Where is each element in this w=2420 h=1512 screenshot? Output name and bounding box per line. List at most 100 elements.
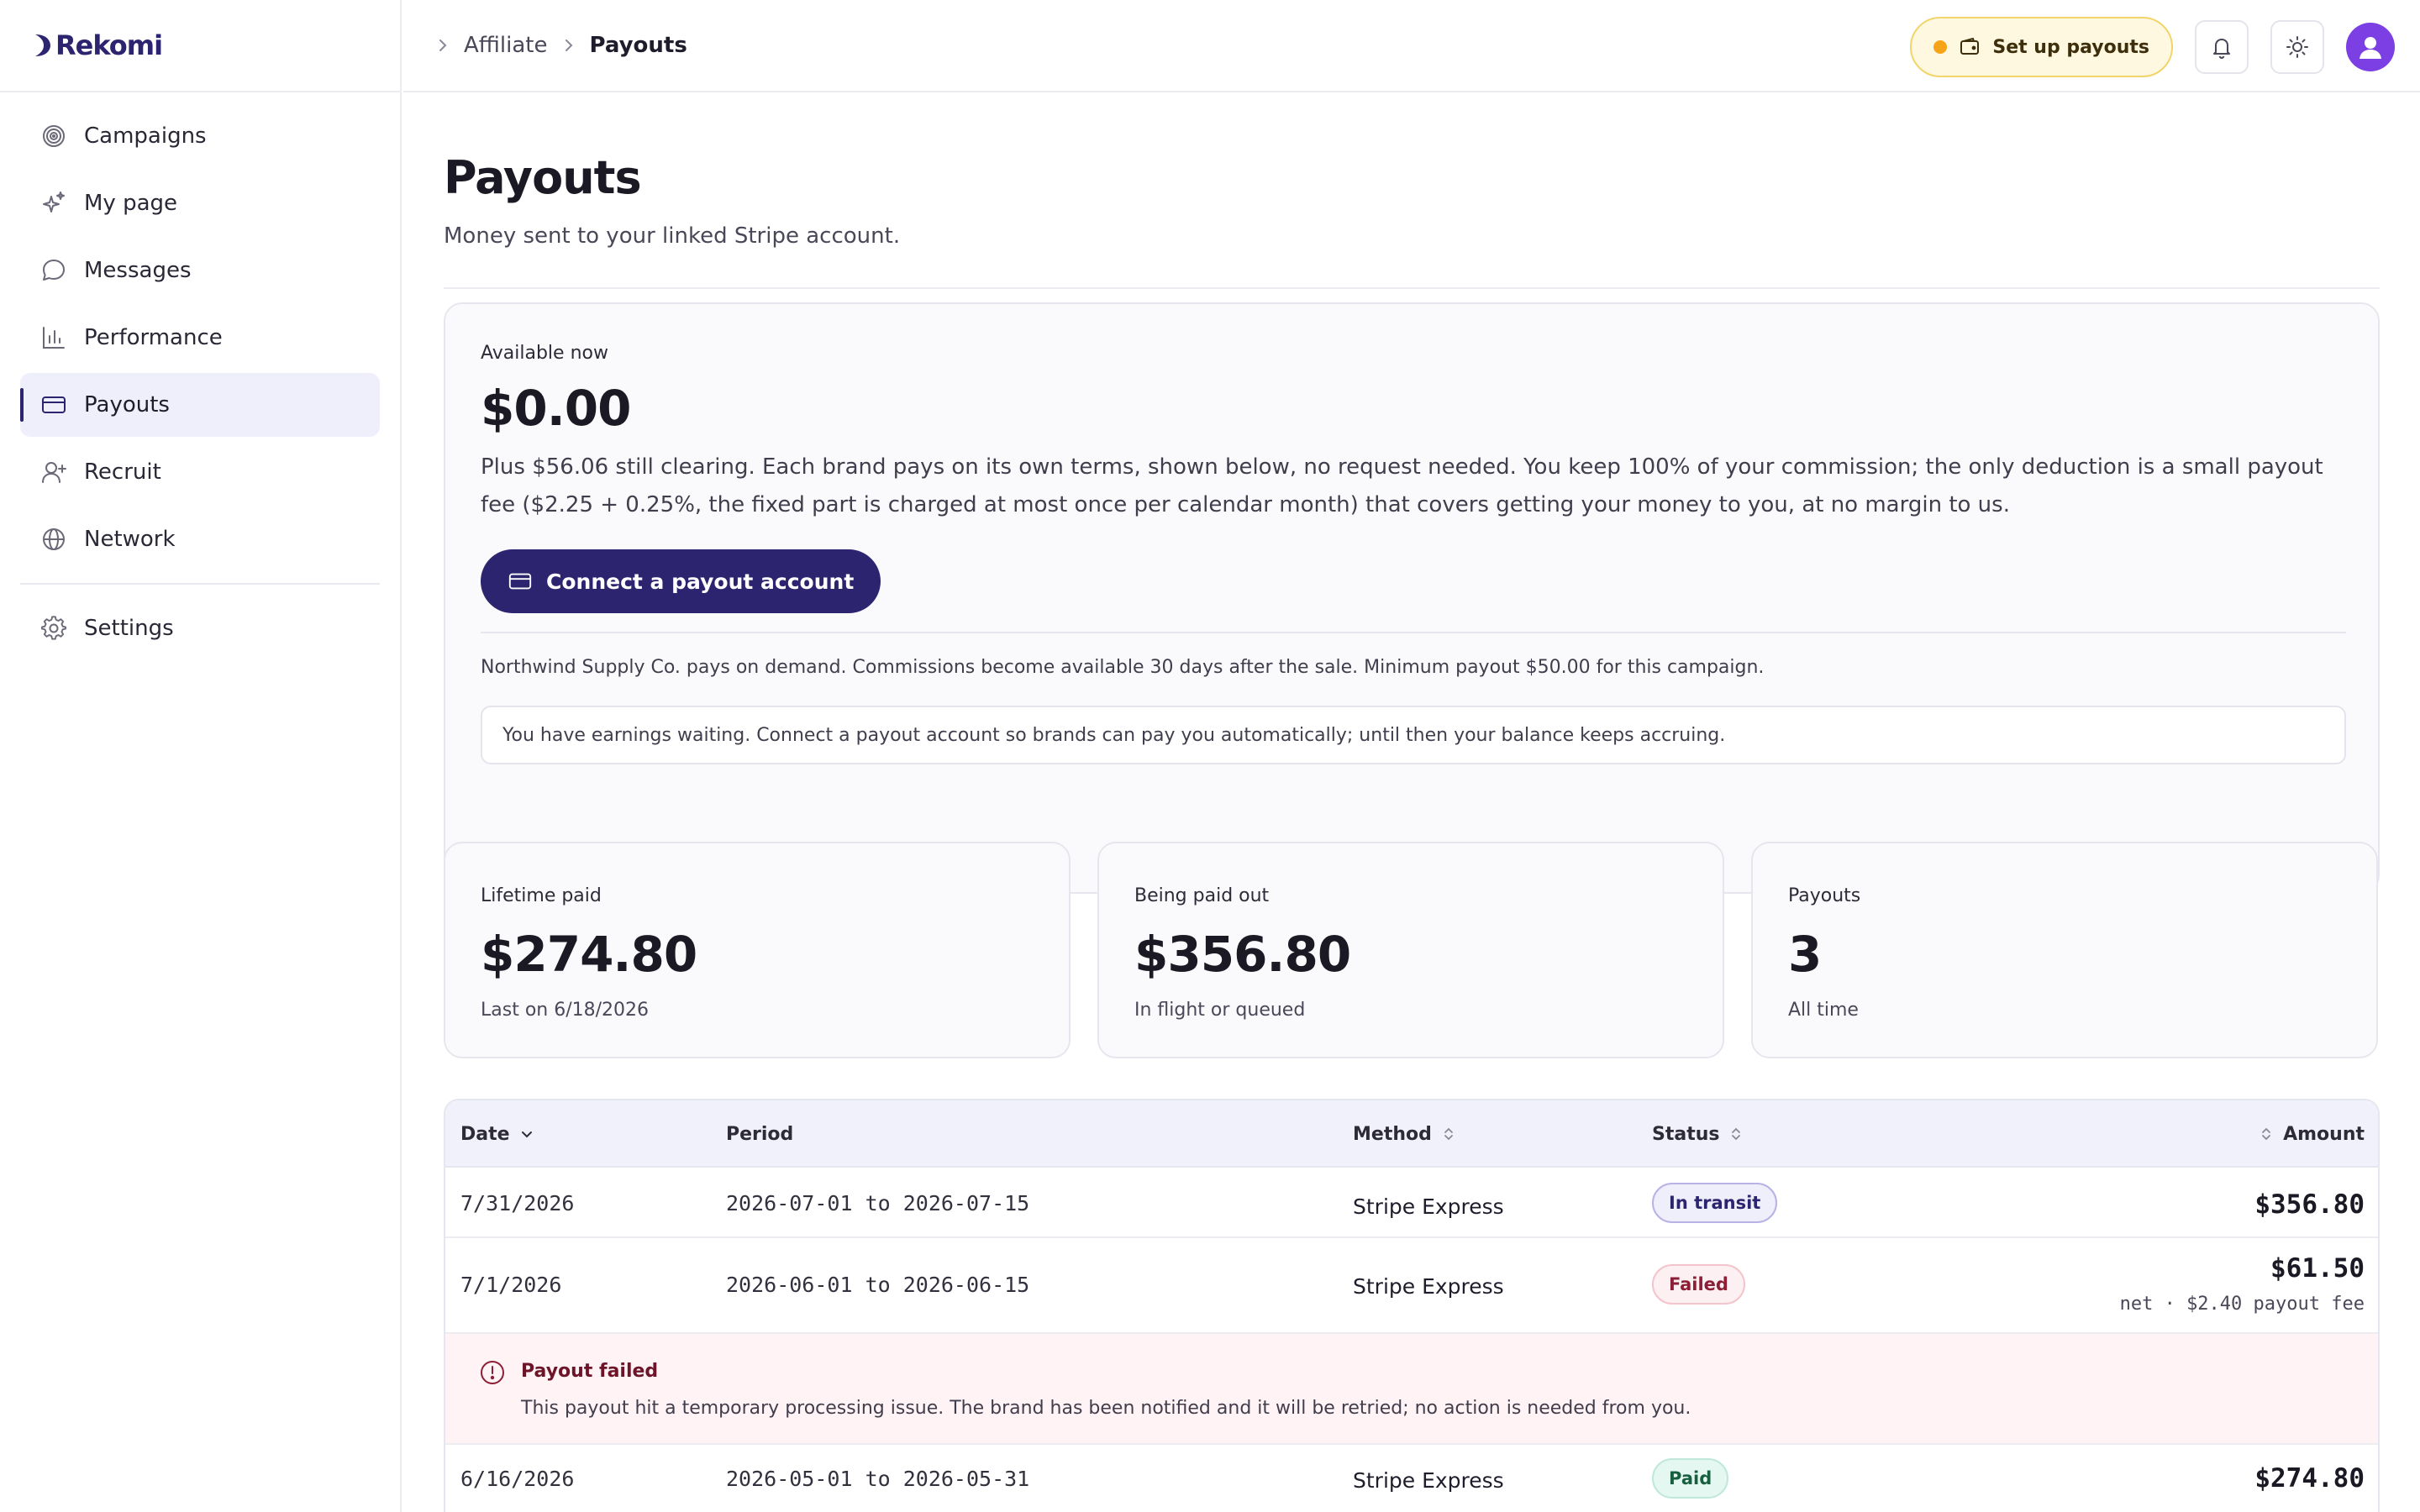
payout-date: 7/31/2026 xyxy=(460,1190,575,1215)
target-icon xyxy=(43,125,65,147)
notice-text: You have earnings waiting. Connect a pay… xyxy=(502,724,1726,746)
stat-card-being-paid-out: Being paid out $356.80 In flight or queu… xyxy=(1097,842,1724,1058)
column-label: Date xyxy=(460,1123,510,1145)
user-plus-icon xyxy=(42,462,66,483)
table-row[interactable]: 7/31/2026 2026-07-01 to 2026-07-15 Strip… xyxy=(445,1168,2378,1238)
stat-label: Being paid out xyxy=(1134,885,1270,906)
payout-period: 2026-06-01 to 2026-06-15 xyxy=(726,1272,1030,1297)
column-header-date[interactable]: Date xyxy=(460,1100,535,1168)
chat-bubble-icon xyxy=(43,260,65,281)
sidebar-item-payouts[interactable]: Payouts xyxy=(20,373,380,437)
status-badge: In transit xyxy=(1652,1183,1778,1223)
status-cell: Paid xyxy=(1652,1445,1729,1512)
stat-value: $274.80 xyxy=(481,926,697,983)
column-label: Amount xyxy=(2283,1123,2365,1145)
alert-circle-icon xyxy=(481,1361,504,1384)
column-header-amount[interactable]: Amount xyxy=(2258,1100,2365,1168)
avatar[interactable] xyxy=(2346,23,2395,71)
payout-failed-panel: Payout failed This payout hit a temporar… xyxy=(445,1334,2378,1445)
topbar-actions: Set up payouts xyxy=(1910,17,2395,77)
column-header-method[interactable]: Method xyxy=(1353,1100,1457,1168)
sidebar-item-performance[interactable]: Performance xyxy=(20,306,380,370)
app-root: Rekomi Campaigns My page Messages Perfor… xyxy=(0,0,2420,1512)
brand-logo[interactable]: Rekomi xyxy=(0,0,400,92)
table-row[interactable]: 7/1/2026 2026-06-01 to 2026-06-15 Stripe… xyxy=(445,1238,2378,1334)
sidebar-item-my-page[interactable]: My page xyxy=(20,171,380,235)
sidebar-item-messages[interactable]: Messages xyxy=(20,239,380,302)
payout-period: 2026-05-01 to 2026-05-31 xyxy=(726,1466,1030,1491)
sidebar-item-label: Payouts xyxy=(84,392,170,417)
stat-sub: All time xyxy=(1788,1000,1859,1021)
sidebar-item-label: Messages xyxy=(84,258,192,283)
payout-amount: $356.80 xyxy=(2254,1189,2365,1220)
page-subtitle: Money sent to your linked Stripe account… xyxy=(444,223,901,249)
set-up-payouts-button[interactable]: Set up payouts xyxy=(1910,17,2173,77)
stats-row: Lifetime paid $274.80 Last on 6/18/2026 … xyxy=(444,842,2380,1058)
status-badge: Paid xyxy=(1652,1458,1729,1499)
payout-amount: $274.80 xyxy=(2254,1463,2365,1494)
sparkles-icon xyxy=(43,192,65,213)
sidebar-item-network[interactable]: Network xyxy=(20,507,380,571)
sidebar-item-campaigns[interactable]: Campaigns xyxy=(20,104,380,168)
stat-label: Lifetime paid xyxy=(481,885,602,906)
connect-payout-account-button[interactable]: Connect a payout account xyxy=(481,549,881,613)
sidebar-item-label: Settings xyxy=(84,616,174,641)
payout-period: 2026-07-01 to 2026-07-15 xyxy=(726,1190,1030,1215)
chevron-right-icon xyxy=(439,39,447,51)
title-divider xyxy=(444,287,2380,289)
table-row[interactable]: 6/16/2026 2026-05-01 to 2026-05-31 Strip… xyxy=(445,1445,2378,1512)
table-header: Date Period Method Status Amount xyxy=(445,1100,2378,1168)
stat-value: $356.80 xyxy=(1134,926,1351,983)
theme-toggle-button[interactable] xyxy=(2270,20,2324,74)
sidebar: Rekomi Campaigns My page Messages Perfor… xyxy=(0,0,402,1512)
sidebar-item-label: Performance xyxy=(84,325,223,350)
failure-text: This payout hit a temporary processing i… xyxy=(521,1398,1691,1419)
connect-payout-account-label: Connect a payout account xyxy=(546,569,855,594)
stat-card-payouts-count: Payouts 3 All time xyxy=(1751,842,2378,1058)
column-header-status[interactable]: Status xyxy=(1652,1100,1744,1168)
brand-payout-terms: Northwind Supply Co. pays on demand. Com… xyxy=(481,657,1765,678)
sidebar-item-settings[interactable]: Settings xyxy=(20,596,380,660)
sort-icon xyxy=(2262,1127,2270,1141)
chevron-right-icon xyxy=(565,39,572,51)
sidebar-item-label: Recruit xyxy=(84,459,161,485)
sort-icon xyxy=(1732,1127,1741,1141)
globe-icon xyxy=(43,528,65,550)
column-label: Method xyxy=(1353,1123,1432,1145)
earnings-waiting-notice: You have earnings waiting. Connect a pay… xyxy=(481,706,2346,764)
status-badge: Failed xyxy=(1652,1264,1745,1305)
payout-method: Stripe Express xyxy=(1353,1467,1504,1493)
page-title: Payouts xyxy=(444,151,642,204)
topbar: Affiliate Payouts Set up payouts xyxy=(403,0,2420,92)
credit-card-icon xyxy=(42,396,66,413)
available-balance-card: Available now $0.00 Plus $56.06 still cl… xyxy=(444,302,2380,894)
stat-value: 3 xyxy=(1788,926,1822,983)
sidebar-item-label: Network xyxy=(84,527,176,552)
available-label: Available now xyxy=(481,343,608,364)
failure-title: Payout failed xyxy=(521,1361,659,1382)
breadcrumb: Affiliate Payouts xyxy=(403,33,687,58)
breadcrumb-affiliate[interactable]: Affiliate xyxy=(464,33,548,58)
stat-sub: Last on 6/18/2026 xyxy=(481,1000,650,1021)
column-header-period: Period xyxy=(726,1100,793,1168)
bell-icon xyxy=(2213,39,2230,59)
balance-description: Plus $56.06 still clearing. Each brand p… xyxy=(481,454,2323,517)
stat-card-lifetime-paid: Lifetime paid $274.80 Last on 6/18/2026 xyxy=(444,842,1071,1058)
sidebar-nav: Campaigns My page Messages Performance P… xyxy=(0,92,400,660)
brand-name: Rekomi xyxy=(55,29,163,61)
column-label: Period xyxy=(726,1123,794,1145)
sidebar-item-label: Campaigns xyxy=(84,123,207,149)
payout-method: Stripe Express xyxy=(1353,1194,1504,1219)
set-up-payouts-label: Set up payouts xyxy=(1992,36,2149,58)
chevron-down-icon xyxy=(521,1131,532,1138)
payout-fee-note: net · $2.40 payout fee xyxy=(2119,1294,2365,1315)
payout-date: 6/16/2026 xyxy=(460,1466,575,1491)
stat-label: Payouts xyxy=(1788,885,1861,906)
sidebar-item-recruit[interactable]: Recruit xyxy=(20,440,380,504)
notifications-button[interactable] xyxy=(2195,20,2249,74)
available-amount: $0.00 xyxy=(481,380,631,437)
payout-method: Stripe Express xyxy=(1353,1273,1504,1299)
breadcrumb-payouts: Payouts xyxy=(589,33,687,58)
balance-divider xyxy=(481,632,2346,633)
stat-sub: In flight or queued xyxy=(1134,1000,1306,1021)
